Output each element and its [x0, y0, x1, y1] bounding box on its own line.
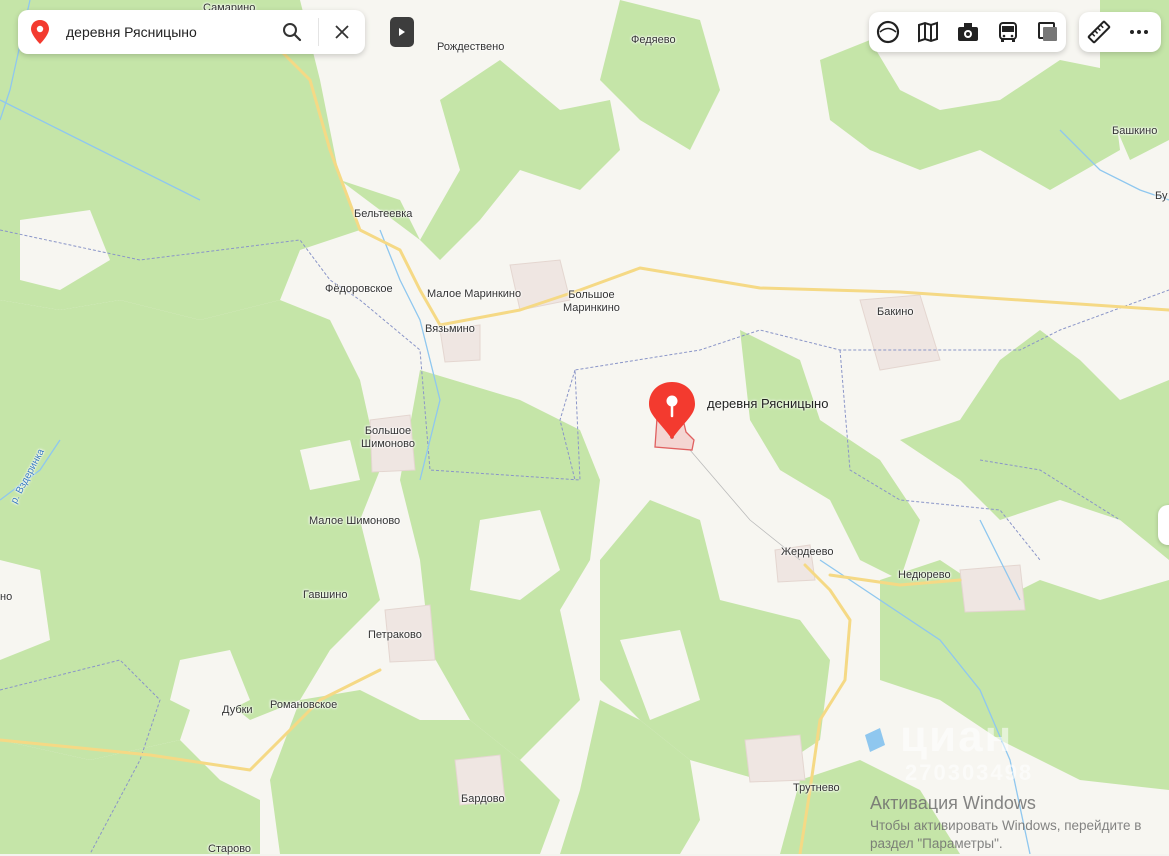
place-label: Жердеево	[781, 546, 834, 558]
collapse-panel-button[interactable]	[390, 17, 414, 47]
place-label: Гавшино	[303, 589, 348, 601]
place-label: Бардово	[461, 793, 505, 805]
place-label: Большое Шимоново	[361, 425, 415, 450]
close-icon[interactable]	[330, 20, 354, 44]
marker-label: деревня Рясницыно	[707, 396, 829, 411]
place-label: Недюрево	[898, 569, 951, 581]
place-label: Дубки	[222, 704, 253, 716]
place-label: Федяево	[631, 34, 676, 46]
place-label: Романовское	[270, 699, 338, 711]
place-label: Бу	[1155, 190, 1168, 202]
place-label: Бакино	[877, 306, 914, 318]
location-pin-icon	[31, 20, 49, 44]
ruler-icon[interactable]	[1087, 20, 1111, 44]
place-label: Вязьмино	[425, 323, 475, 335]
side-control-button[interactable]	[1158, 505, 1169, 545]
place-label: Малое Шимоново	[309, 515, 401, 527]
place-label: Трутнево	[793, 782, 840, 794]
windows-activation-line2: раздел "Параметры".	[870, 836, 1003, 851]
search-icon[interactable]	[280, 20, 304, 44]
search-divider	[318, 18, 319, 46]
map-layers-toolbar	[869, 12, 1066, 52]
place-label: Большое Маринкино	[563, 289, 620, 314]
windows-activation-text: Чтобы активировать Windows, перейдите в …	[870, 817, 1169, 853]
search-bar	[18, 10, 365, 54]
windows-activation-line1: Чтобы активировать Windows, перейдите в	[870, 818, 1142, 833]
place-label: Старово	[208, 843, 252, 855]
watermark-logo: циан	[900, 712, 1014, 761]
map-pin-icon[interactable]	[648, 381, 696, 441]
search-input[interactable]	[64, 23, 268, 41]
satellite-icon[interactable]	[1036, 20, 1060, 44]
map-mode-icon[interactable]	[916, 20, 940, 44]
place-label: но	[0, 591, 13, 603]
place-label: Петраково	[368, 629, 422, 641]
play-arrow-icon	[399, 28, 405, 36]
place-label: Рождествено	[437, 41, 505, 53]
layers-icon[interactable]	[876, 20, 900, 44]
more-icon[interactable]	[1127, 20, 1151, 44]
watermark-id: 270303498	[905, 760, 1034, 785]
windows-activation-title: Активация Windows	[870, 793, 1036, 813]
tools-toolbar	[1079, 12, 1161, 52]
place-label: Фёдоровское	[325, 283, 393, 295]
place-label: Башкино	[1112, 125, 1158, 137]
place-label: Бельтеевка	[354, 208, 413, 220]
place-label: Малое Маринкино	[427, 288, 522, 300]
transit-icon[interactable]	[996, 20, 1020, 44]
panorama-icon[interactable]	[956, 20, 980, 44]
